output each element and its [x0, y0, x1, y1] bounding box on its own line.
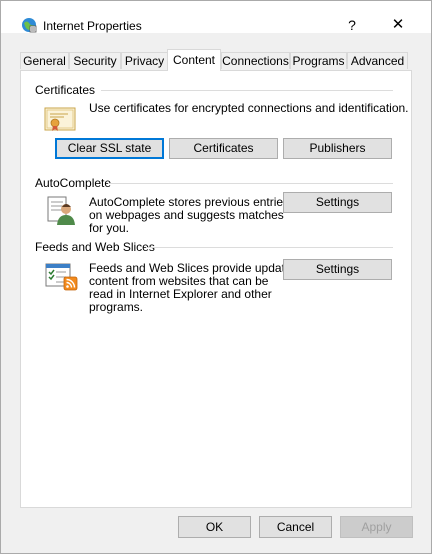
- tab-privacy[interactable]: Privacy: [121, 52, 168, 69]
- apply-button[interactable]: Apply: [340, 516, 413, 538]
- window-title: Internet Properties: [43, 19, 142, 33]
- feeds-description-line-3: read in Internet Explorer and other: [89, 287, 272, 301]
- autocomplete-description-line-3: for you.: [89, 221, 130, 235]
- feeds-divider: [146, 247, 393, 248]
- tab-advanced[interactable]: Advanced: [347, 52, 408, 69]
- autocomplete-description-line-2: on webpages and suggests matches: [89, 208, 284, 222]
- feeds-group-title: Feeds and Web Slices: [35, 240, 155, 254]
- autocomplete-description-line-1: AutoComplete stores previous entries: [89, 195, 290, 209]
- autocomplete-divider: [108, 183, 393, 184]
- certificates-button[interactable]: Certificates: [169, 138, 278, 159]
- certificates-description: Use certificates for encrypted connectio…: [89, 101, 409, 115]
- feed-rss-icon: [45, 263, 78, 291]
- tab-programs[interactable]: Programs: [290, 52, 347, 69]
- autocomplete-group-title: AutoComplete: [35, 176, 112, 190]
- tab-strip: General Security Privacy Content Connect…: [1, 49, 431, 71]
- tab-general[interactable]: General: [20, 52, 69, 69]
- certificate-icon: [44, 107, 76, 131]
- ok-button[interactable]: OK: [178, 516, 251, 538]
- feeds-settings-button[interactable]: Settings: [283, 259, 392, 280]
- feeds-description-line-1: Feeds and Web Slices provide updated: [89, 261, 299, 275]
- internet-properties-window: Internet Properties ? ✕ General Security…: [0, 0, 432, 554]
- tab-security[interactable]: Security: [69, 52, 121, 69]
- autocomplete-settings-button[interactable]: Settings: [283, 192, 392, 213]
- cancel-button[interactable]: Cancel: [259, 516, 332, 538]
- internet-globe-icon: [22, 18, 37, 33]
- tab-content[interactable]: Content: [167, 49, 221, 71]
- tab-connections[interactable]: Connections: [221, 52, 290, 69]
- title-bar: Internet Properties ? ✕: [1, 1, 431, 33]
- close-button[interactable]: ✕: [388, 15, 408, 35]
- help-button[interactable]: ?: [342, 15, 362, 35]
- clear-ssl-state-button[interactable]: Clear SSL state: [55, 138, 164, 159]
- certificates-group-title: Certificates: [35, 83, 96, 97]
- certificates-divider: [101, 90, 393, 91]
- content-tab-panel: Certificates Use certificates for encryp…: [20, 70, 412, 508]
- autocomplete-user-icon: [47, 196, 75, 225]
- feeds-description-line-4: programs.: [89, 300, 144, 314]
- feeds-description-line-2: content from websites that can be: [89, 274, 269, 288]
- publishers-button[interactable]: Publishers: [283, 138, 392, 159]
